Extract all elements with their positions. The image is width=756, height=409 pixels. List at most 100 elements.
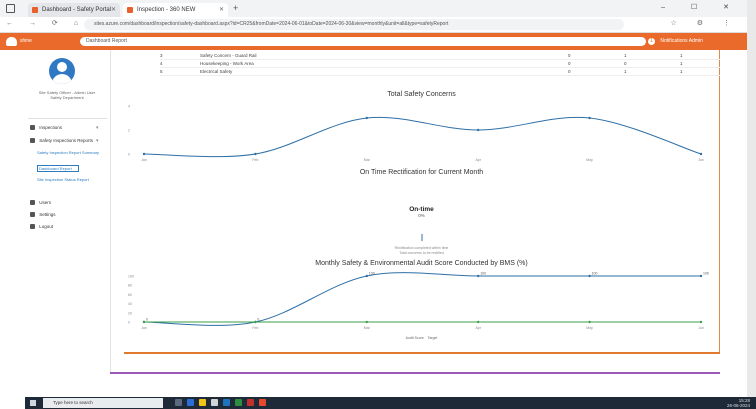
chart-title-safety-concerns: Total Safety Concerns (387, 91, 456, 98)
cloud-logo-icon (6, 37, 17, 46)
x-tick-label: Feb (252, 158, 258, 162)
browser-window: Dashboard - Safety Portal ✕ Inspection -… (0, 0, 747, 397)
data-point (588, 320, 591, 324)
legend-item[interactable]: Audit Score (406, 336, 424, 340)
data-label: 100 (480, 272, 486, 276)
navigation-buttons[interactable]: ← → ⟳ ⌂ (6, 19, 85, 27)
sidebar-item-label: Settings (39, 212, 56, 217)
outlook-icon[interactable] (223, 399, 230, 406)
tab-dashboard[interactable]: Dashboard - Safety Portal ✕ (28, 3, 120, 17)
close-tab-icon[interactable]: ✕ (111, 3, 116, 17)
y-tick-label: 0 (128, 321, 130, 325)
task-view-icon[interactable] (175, 399, 182, 406)
windows-start-icon[interactable] (30, 400, 36, 406)
excel-icon[interactable] (235, 399, 242, 406)
x-tick-label: Jan (141, 326, 147, 330)
sidebar-item-label: Users (39, 200, 52, 205)
file-explorer-icon[interactable] (199, 399, 206, 406)
x-tick-label: Jun (698, 326, 704, 330)
sidebar-item-logout[interactable]: Logout (30, 224, 53, 230)
data-point (477, 128, 480, 132)
row-no: 4 (160, 61, 163, 66)
close-tab-icon[interactable]: ✕ (219, 3, 224, 17)
row-c2: 1 (624, 69, 627, 74)
url-field[interactable]: sites.azure.com/dashboard/inspection/saf… (84, 19, 624, 30)
sidebar-item-users[interactable]: Users (30, 200, 51, 206)
header-right: 1 Notifications Admin (648, 37, 703, 46)
window-menu-icon[interactable] (6, 4, 15, 13)
ontime-label: On-time (409, 206, 434, 213)
bell-icon[interactable]: 1 (648, 38, 655, 45)
sidebar-subitem-summary[interactable]: Safety Inspection Report Summary (37, 150, 107, 155)
y-tick-label: 60 (128, 293, 132, 297)
data-label: 100 (703, 272, 709, 276)
taskbar: Type here to search 15:28 26-06-2024 (25, 397, 756, 409)
sidebar-item-settings[interactable]: Settings (30, 212, 56, 218)
edge-icon[interactable] (187, 399, 194, 406)
sidebar-item-reports[interactable]: Safety Inspections Reports ▾ (30, 138, 99, 144)
inspection-icon (30, 125, 35, 131)
taskbar-search-input[interactable]: Type here to search (43, 398, 163, 408)
x-tick-label: Apr (475, 158, 481, 162)
new-tab-button[interactable]: + (233, 3, 238, 13)
chart-title-rectification: On Time Rectification for Current Month (359, 169, 484, 176)
main-content: 3 Safety Concern - Guard Rail 0 1 1 4 Ho… (124, 50, 720, 352)
y-tick-label: 100 (128, 275, 134, 279)
series-line (143, 272, 701, 326)
sidebar: Site Safety Officer - Admin User Safety … (25, 50, 111, 372)
x-tick-label: Mar (364, 326, 371, 330)
store-icon[interactable] (211, 399, 218, 406)
content-bottom-border (124, 352, 720, 354)
x-tick-label: May (586, 158, 593, 162)
row-no: 3 (160, 53, 163, 58)
avatar-body (52, 74, 72, 84)
x-tick-label: Jun (698, 158, 704, 162)
data-point (254, 152, 257, 156)
logout-icon (30, 224, 35, 230)
row-c2: 1 (624, 53, 627, 58)
row-c1: 0 (568, 69, 571, 74)
window-controls[interactable]: – ☐ ✕ (661, 3, 741, 11)
data-point (365, 116, 368, 120)
row-c3: 1 (680, 69, 683, 74)
data-label: 0 (146, 318, 148, 322)
y-tick-label: 4 (128, 105, 130, 109)
row-c3: 1 (680, 53, 683, 58)
safety-concerns-chart: 0 2 4 Jan Feb Mar Apr May Jun (128, 105, 704, 163)
y-tick-label: 2 (128, 129, 130, 133)
tab-label: Inspection - 360 NEW (137, 7, 196, 13)
sidebar-subitem-status[interactable]: Site Inspection Status Report (37, 177, 107, 182)
header-search-input[interactable]: Dashboard Report (80, 37, 646, 46)
data-point (254, 320, 257, 324)
data-point (699, 274, 703, 278)
tab-inspection[interactable]: Inspection - 360 NEW ✕ (123, 3, 228, 17)
logo-text: shine (20, 38, 32, 44)
app-header: shine Dashboard Report 1 Notifications A… (0, 33, 747, 50)
system-tray[interactable]: 15:28 26-06-2024 (727, 398, 750, 408)
settings-icon (30, 212, 35, 218)
data-point (477, 320, 480, 324)
row-c1: 0 (568, 61, 571, 66)
legend-item[interactable]: Target (428, 336, 438, 340)
sidebar-item-label: Logout (39, 224, 54, 229)
avatar-head (57, 62, 67, 72)
audit-score-chart: 0 20 40 60 80 100 Jan Feb Mar Apr May Jun 0 0 100 100 10… (128, 272, 709, 330)
app-logo[interactable]: shine (6, 36, 46, 47)
header-right-text[interactable]: Notifications Admin (660, 38, 703, 44)
y-tick-label: 80 (128, 284, 132, 288)
browser-icon[interactable] (259, 399, 266, 406)
row-name: Safety Concern - Guard Rail (200, 53, 257, 58)
row-name: Electrical Safety (200, 69, 233, 74)
sidebar-subitem-dashboard[interactable]: Dashboard Report (37, 165, 79, 172)
row-c2: 0 (624, 61, 627, 66)
powerpoint-icon[interactable] (247, 399, 254, 406)
browser-toolbar-icons[interactable]: ☆ ⚙ ⋮ (671, 19, 739, 27)
scrollbar[interactable] (747, 0, 756, 409)
avatar[interactable] (49, 58, 75, 84)
data-point (477, 274, 480, 278)
sidebar-item-inspections[interactable]: Inspections ▾ (30, 125, 99, 131)
user-info: Site Safety Officer - Admin User Safety … (29, 90, 105, 100)
row-name: Housekeeping - Work Area (200, 61, 254, 66)
data-label: 100 (592, 272, 598, 276)
users-icon (30, 200, 35, 206)
